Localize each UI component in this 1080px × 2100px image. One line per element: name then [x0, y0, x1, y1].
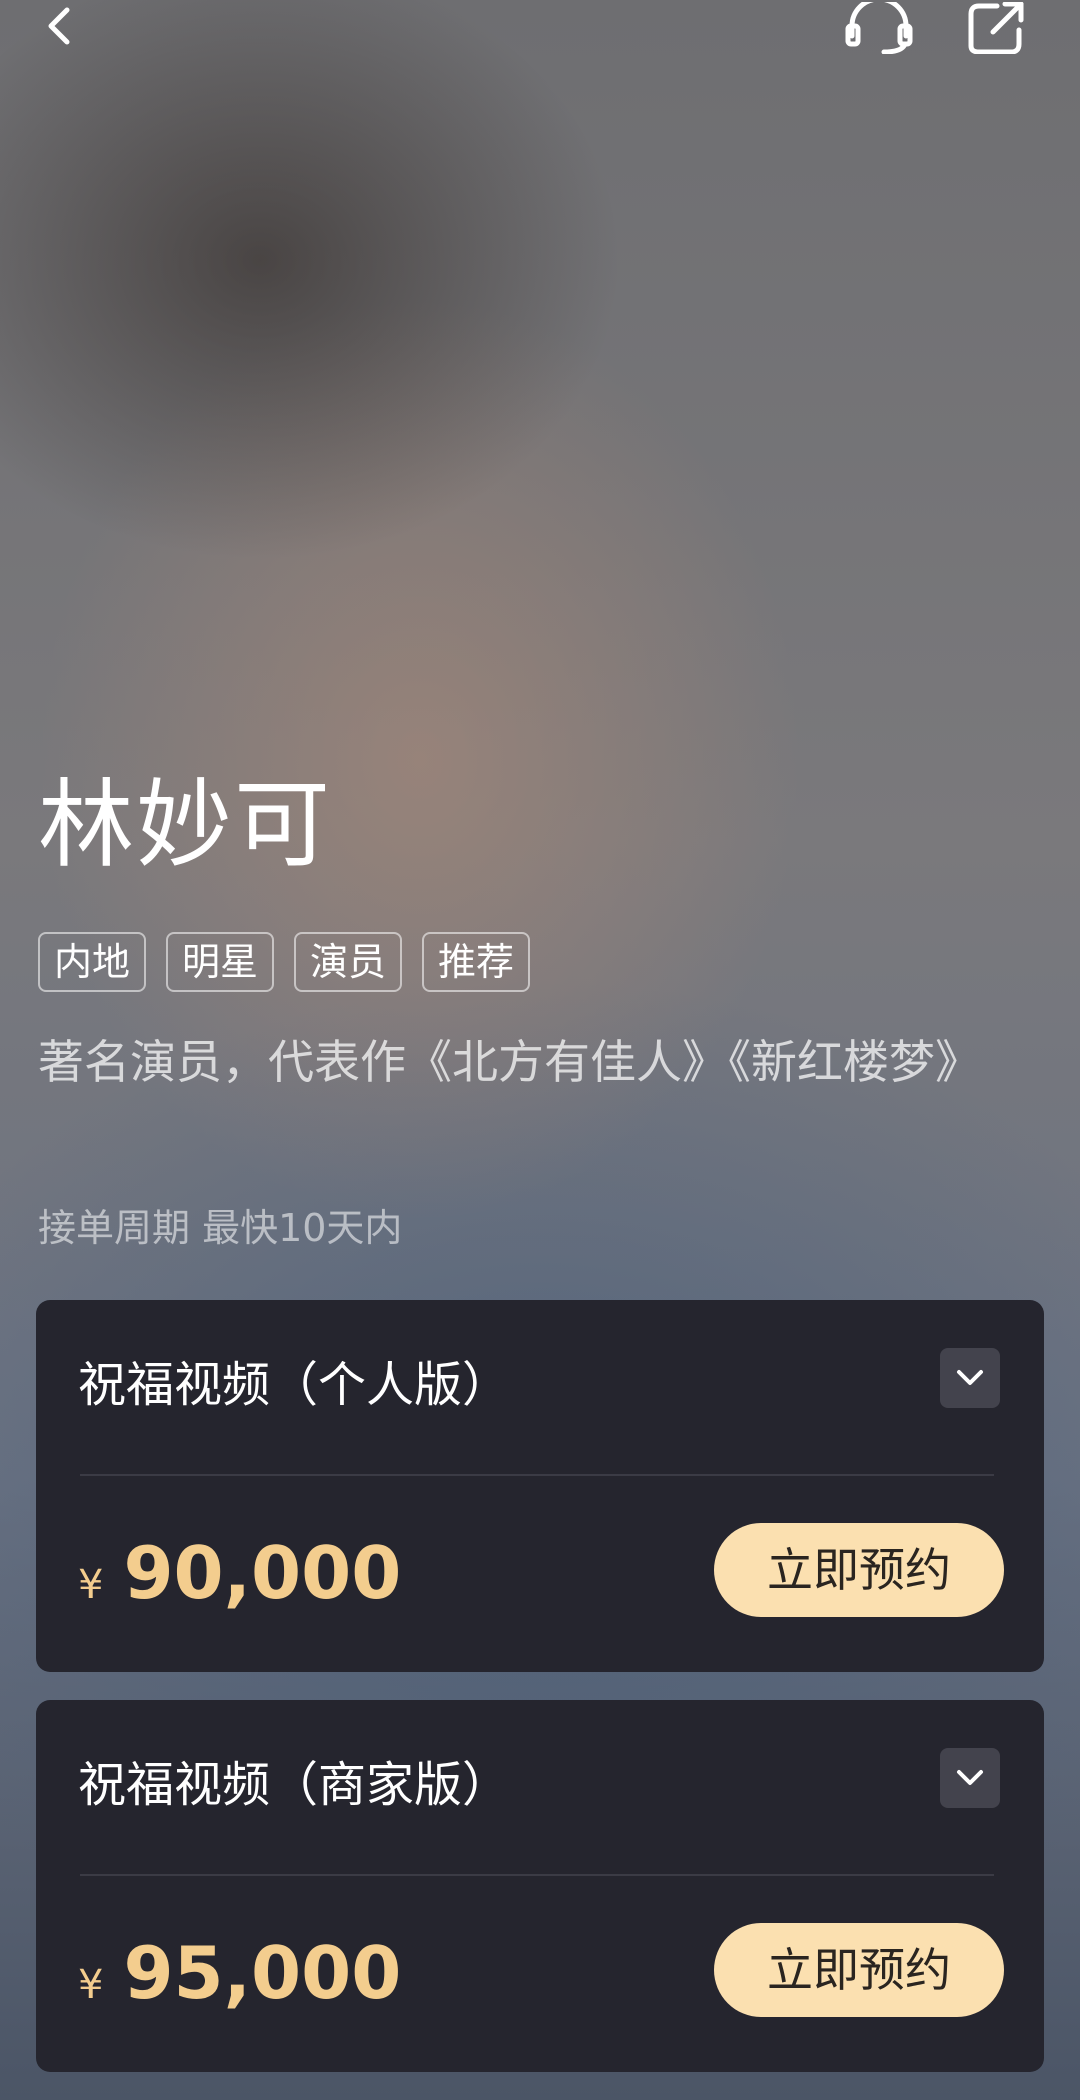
tag: 明星 [166, 932, 275, 992]
headset-icon [845, 2, 913, 54]
price-amount: 90,000 [123, 1531, 402, 1615]
chevron-down-icon [957, 1370, 983, 1385]
celebrity-detail-page: 林妙可 内地 明星 演员 推荐 著名演员，代表作《北方有佳人》《新红楼梦》 接单… [0, 0, 1080, 2100]
divider [80, 1874, 994, 1876]
currency-symbol: ¥ [78, 1562, 104, 1608]
currency-symbol: ¥ [78, 1962, 104, 2008]
share-button[interactable] [962, 0, 1032, 56]
tag: 演员 [294, 932, 403, 992]
service-card-personal: 祝福视频（个人版） ¥ 90,000 立即预约 [36, 1300, 1044, 1672]
tag: 推荐 [422, 932, 531, 992]
service-card-business: 祝福视频（商家版） ¥ 95,000 立即预约 [36, 1700, 1044, 2072]
back-button[interactable] [26, 0, 96, 56]
chevron-down-icon [957, 1770, 983, 1785]
service-title: 祝福视频（商家版） [78, 1757, 511, 1813]
tag-list: 内地 明星 演员 推荐 [38, 932, 531, 992]
service-title: 祝福视频（个人版） [78, 1357, 511, 1413]
service-price: ¥ 95,000 [78, 1928, 401, 2018]
celebrity-intro: 著名演员，代表作《北方有佳人》《新红楼梦》 [38, 1035, 981, 1089]
tag: 内地 [38, 932, 147, 992]
chevron-left-icon [48, 7, 70, 45]
price-amount: 95,000 [123, 1931, 402, 2015]
expand-button[interactable] [940, 1348, 1000, 1408]
book-now-button[interactable]: 立即预约 [714, 1923, 1004, 2017]
book-now-button[interactable]: 立即预约 [714, 1523, 1004, 1617]
order-cycle: 接单周期 最快10天内 [38, 1206, 403, 1250]
expand-button[interactable] [940, 1748, 1000, 1808]
share-icon [968, 2, 1024, 54]
customer-service-button[interactable] [844, 0, 914, 56]
divider [80, 1474, 994, 1476]
celebrity-name: 林妙可 [38, 769, 332, 881]
service-price: ¥ 90,000 [78, 1528, 401, 1618]
